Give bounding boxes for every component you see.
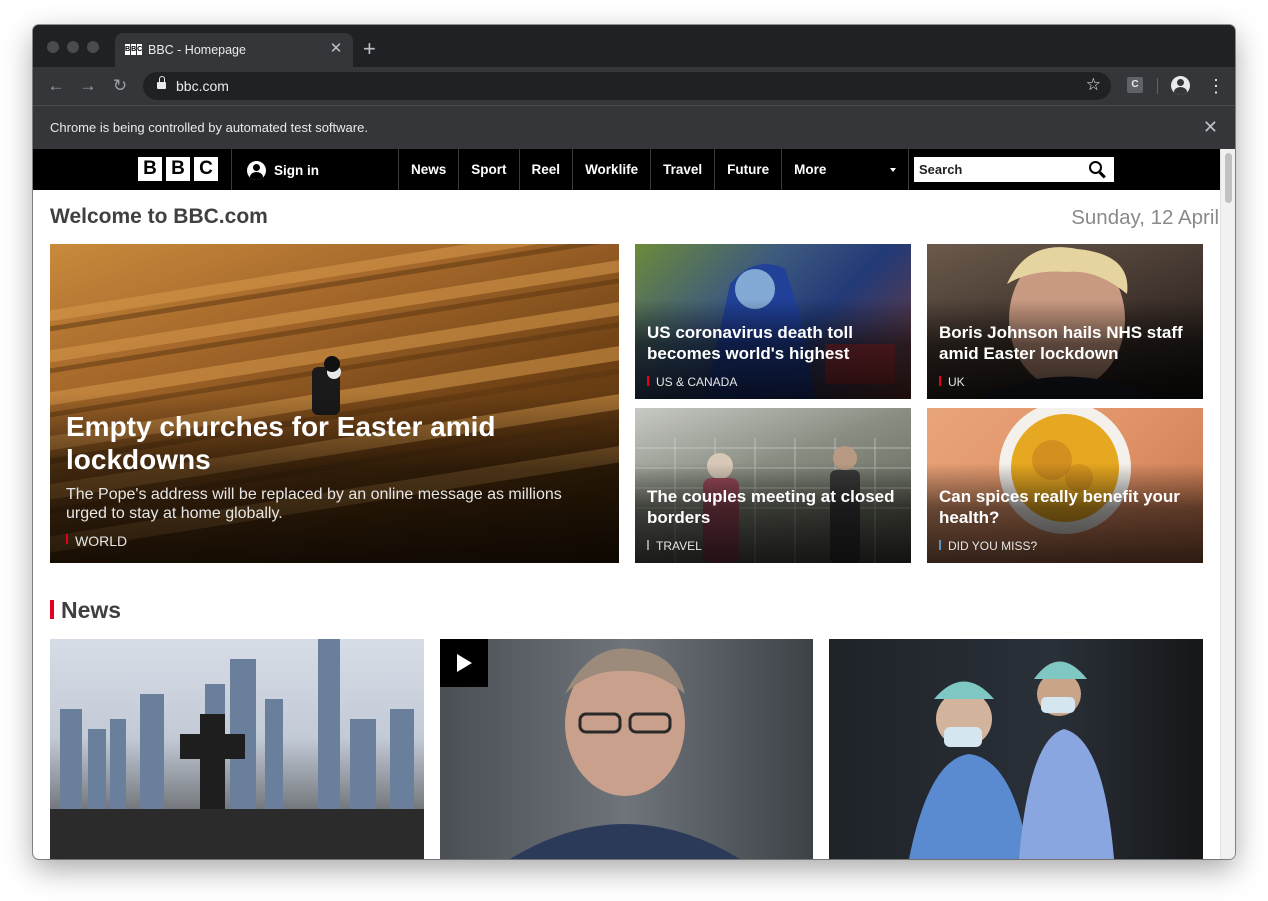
news-card-skyline[interactable] (50, 639, 424, 859)
news-card-medics[interactable] (829, 639, 1203, 859)
story-card-boris-johnson[interactable]: Boris Johnson hails NHS staff amid Easte… (927, 244, 1203, 399)
news-card-video[interactable] (440, 639, 813, 859)
favicon-letter: B (131, 44, 137, 55)
nav-worklife[interactable]: Worklife (572, 149, 650, 190)
hero-title[interactable]: Empty churches for Easter amid lockdowns (66, 410, 607, 476)
nav-future[interactable]: Future (714, 149, 781, 190)
lock-icon (157, 76, 166, 90)
reload-icon[interactable]: ↻ (109, 75, 131, 97)
section-links: News Sport Reel Worklife Travel Future M… (398, 149, 910, 190)
profile-avatar-icon[interactable] (1171, 76, 1190, 95)
search-input[interactable] (919, 157, 1084, 182)
maximize-window-dot[interactable] (87, 41, 99, 53)
play-video-button[interactable] (440, 639, 488, 687)
news-section-heading[interactable]: News (50, 597, 121, 623)
infobar-close-icon[interactable]: ✕ (1203, 117, 1218, 137)
logo-block: B (138, 157, 162, 181)
user-icon (247, 161, 266, 180)
nav-more-dropdown[interactable]: More (781, 149, 910, 190)
url-text[interactable]: bbc.com (176, 78, 229, 94)
favicon-letter: C (137, 44, 143, 55)
favicon-letter: B (125, 44, 131, 55)
forward-arrow-icon[interactable]: → (77, 75, 99, 97)
logo-block: C (194, 157, 218, 181)
story-title[interactable]: The couples meeting at closed borders (647, 486, 899, 528)
sign-in-link[interactable]: Sign in (247, 161, 319, 180)
story-card-couples-borders[interactable]: The couples meeting at closed borders TR… (635, 408, 911, 563)
nav-reel[interactable]: Reel (518, 149, 573, 190)
search-box (914, 157, 1114, 182)
nav-news[interactable]: News (398, 149, 458, 190)
nav-divider (231, 149, 232, 190)
play-icon (457, 654, 472, 672)
page-scrollbar[interactable] (1220, 149, 1235, 859)
tab-strip: B B C BBC - Homepage ✕ + (33, 25, 1235, 67)
back-arrow-icon[interactable]: ← (45, 75, 67, 97)
page-title: Welcome to BBC.com (50, 205, 268, 228)
menu-kebab-icon[interactable]: ⋮ (1207, 76, 1225, 96)
story-title[interactable]: Boris Johnson hails NHS staff amid Easte… (939, 322, 1191, 364)
hero-summary: The Pope's address will be replaced by a… (66, 486, 562, 522)
bbc-favicon-icon: B B C (125, 44, 143, 55)
page-date: Sunday, 12 April (1071, 206, 1219, 229)
hero-section-tag[interactable]: WORLD (66, 533, 127, 549)
bbc-top-nav: B B C Sign in News Sport Reel Worklife T… (33, 149, 1220, 190)
sign-in-label: Sign in (274, 163, 319, 178)
extension-icon[interactable]: C (1127, 77, 1143, 93)
minimize-window-dot[interactable] (67, 41, 79, 53)
page-viewport: B B C Sign in News Sport Reel Worklife T… (33, 149, 1235, 859)
nav-more-label: More (794, 162, 827, 177)
bbc-logo[interactable]: B B C (138, 157, 218, 181)
story-section-tag[interactable]: UK (939, 375, 965, 389)
close-window-dot[interactable] (47, 41, 59, 53)
tab-title: BBC - Homepage (148, 43, 246, 57)
tab-close-icon[interactable]: ✕ (327, 40, 345, 58)
nav-travel[interactable]: Travel (650, 149, 714, 190)
infobar-message: Chrome is being controlled by automated … (50, 120, 368, 135)
story-card-us-coronavirus[interactable]: US coronavirus death toll becomes world'… (635, 244, 911, 399)
bookmark-star-icon[interactable]: ☆ (1086, 75, 1101, 95)
city-skyline-image (50, 639, 424, 859)
browser-window: B B C BBC - Homepage ✕ + ← → ↻ bbc.com ☆… (33, 25, 1235, 859)
nav-sport[interactable]: Sport (458, 149, 518, 190)
toolbar-divider (1157, 78, 1158, 94)
story-card-spices-health[interactable]: Can spices really benefit your health? D… (927, 408, 1203, 563)
automation-infobar: Chrome is being controlled by automated … (33, 105, 1235, 149)
search-icon[interactable] (1089, 161, 1106, 179)
new-tab-icon[interactable]: + (363, 37, 376, 61)
story-title[interactable]: US coronavirus death toll becomes world'… (647, 322, 899, 364)
story-title[interactable]: Can spices really benefit your health? (939, 486, 1191, 528)
medical-staff-image (909, 661, 1114, 859)
logo-block: B (166, 157, 190, 181)
hero-story-card[interactable]: Empty churches for Easter amid lockdowns… (50, 244, 619, 563)
scrollbar-thumb[interactable] (1225, 153, 1232, 203)
story-section-tag[interactable]: DID YOU MISS? (939, 539, 1037, 553)
browser-toolbar: ← → ↻ bbc.com ☆ C ⋮ (33, 67, 1235, 105)
tab-bbc-homepage[interactable]: B B C BBC - Homepage ✕ (115, 33, 353, 67)
story-section-tag[interactable]: US & CANADA (647, 375, 737, 389)
address-bar[interactable]: bbc.com ☆ (143, 72, 1111, 100)
caret-down-icon (890, 168, 897, 172)
interview-image (510, 648, 740, 859)
story-section-tag[interactable]: TRAVEL (647, 539, 702, 553)
